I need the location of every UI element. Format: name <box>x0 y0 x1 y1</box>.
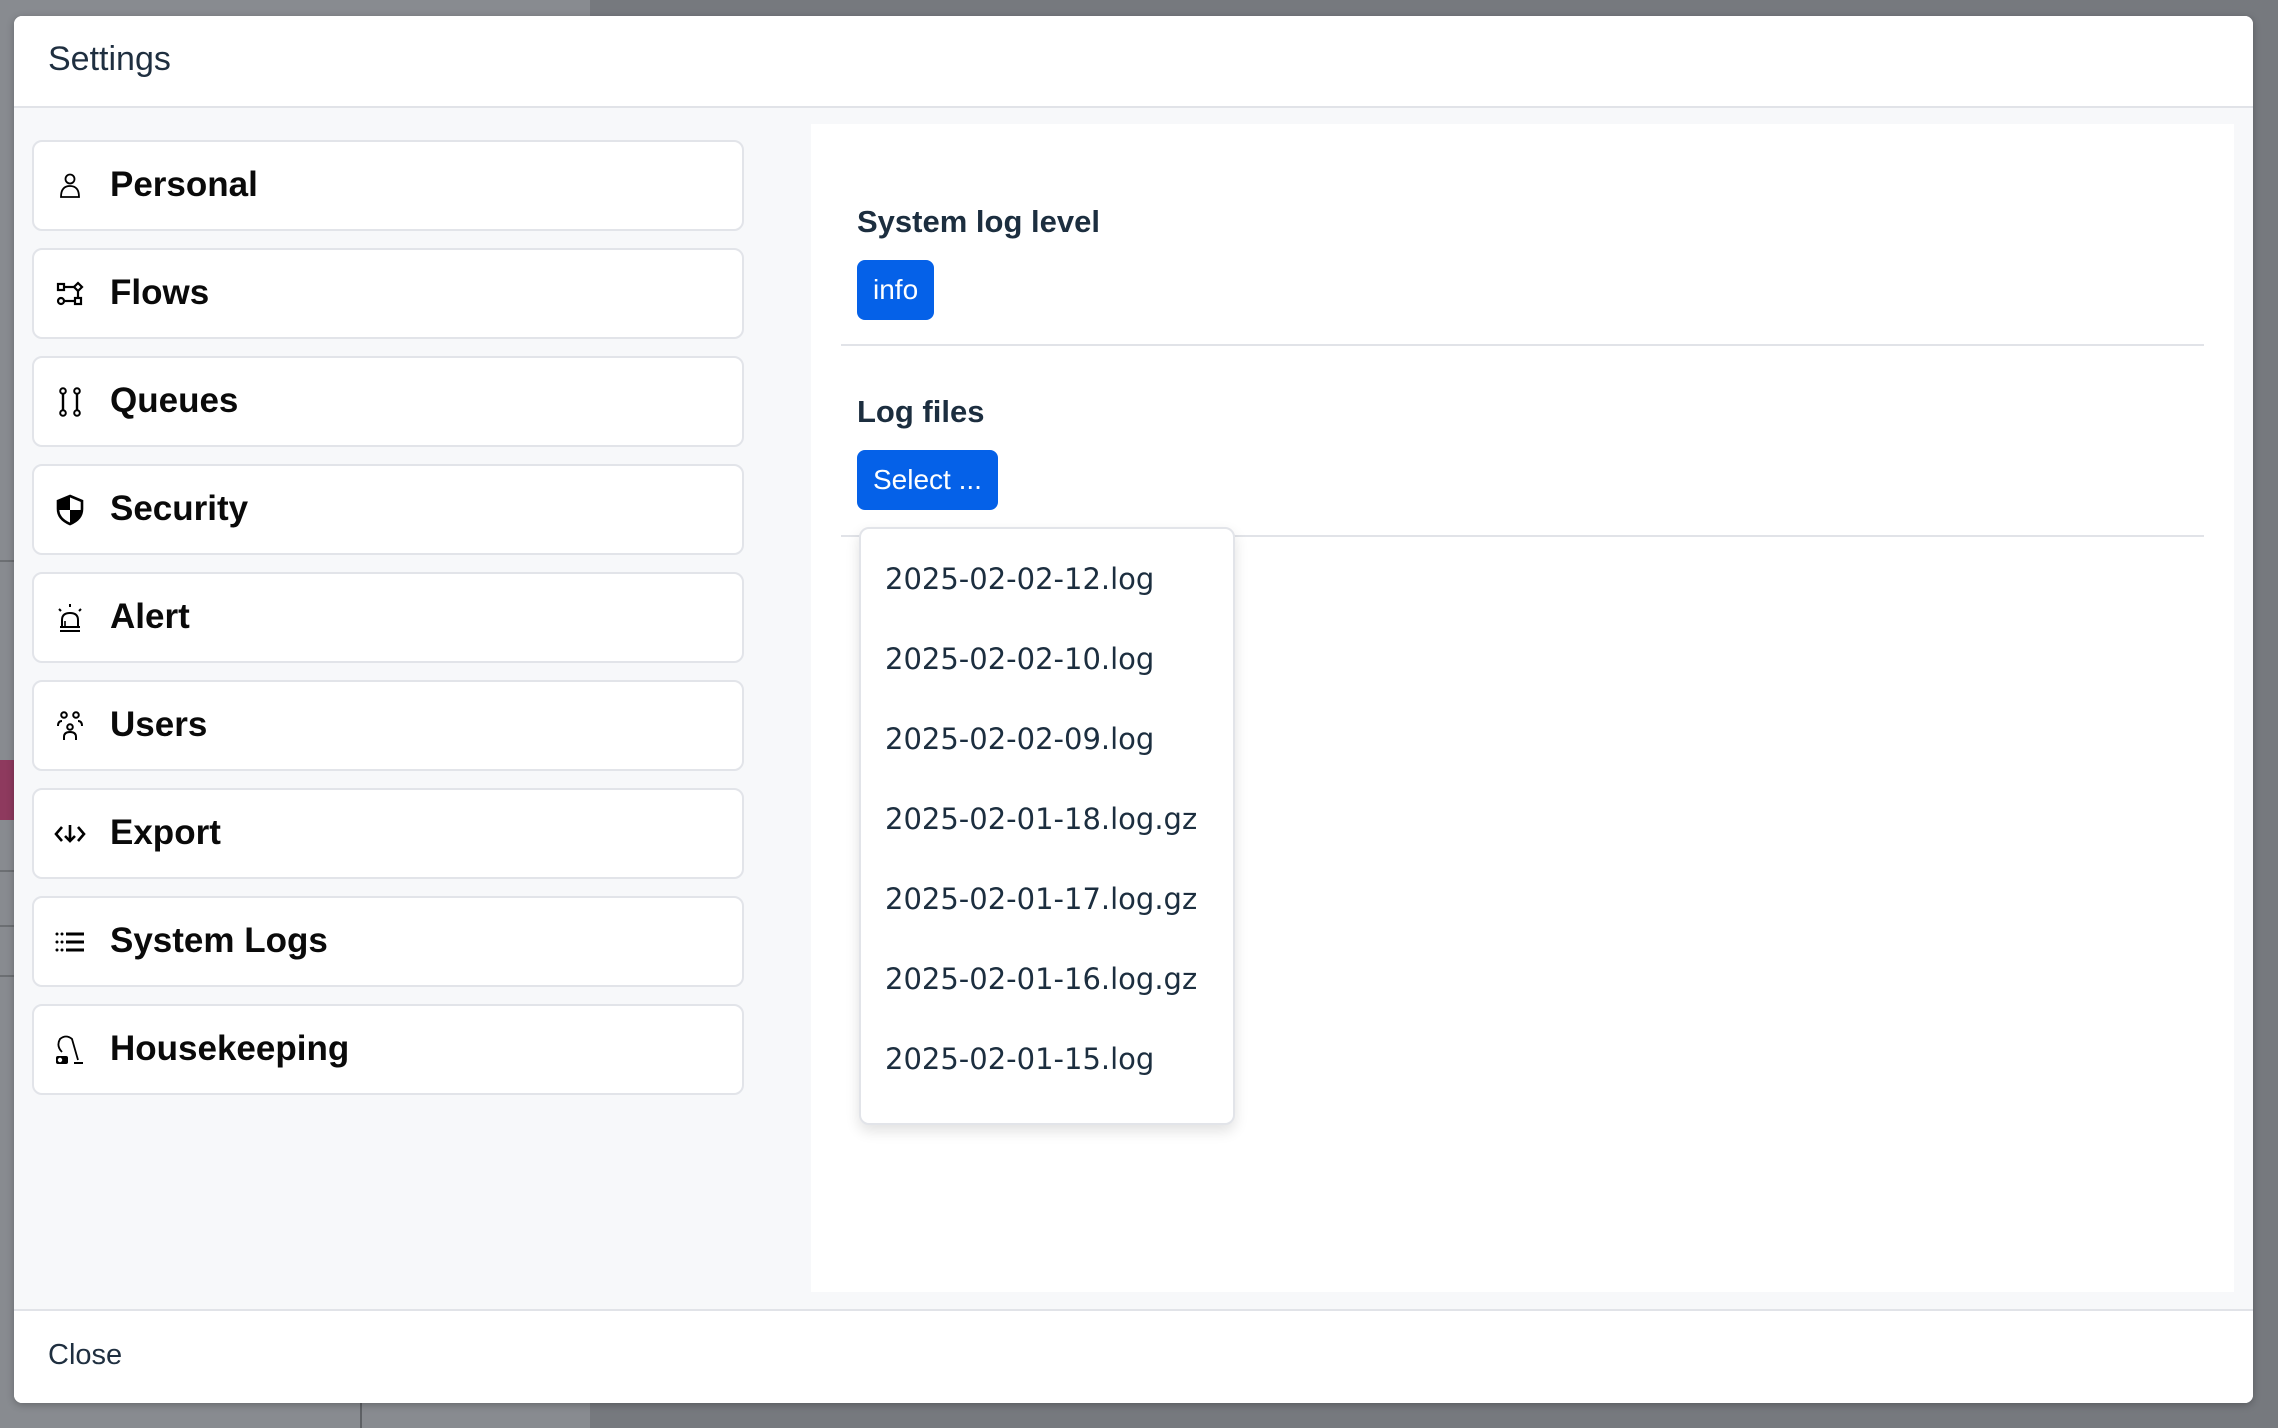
sidebar-item-label: Flows <box>110 273 210 312</box>
log-level-button[interactable]: info <box>857 260 935 320</box>
system-logs-panel: System log level info Log files Select .… <box>811 124 2234 1292</box>
sidebar-item-label: Housekeeping <box>110 1029 350 1068</box>
log-file-option[interactable]: 2025-02-01-18.log.gz <box>861 779 1233 859</box>
background-divider <box>0 870 14 872</box>
flow-icon <box>54 278 86 310</box>
users-icon <box>54 710 86 742</box>
log-file-option[interactable]: 2025-02-01-15.log <box>861 1019 1233 1099</box>
log-file-option[interactable]: 2025-02-02-12.log <box>861 539 1233 619</box>
sidebar-item-label: Export <box>110 813 221 852</box>
export-icon <box>54 818 86 850</box>
log-files-heading: Log files <box>857 394 985 429</box>
siren-icon <box>54 602 86 634</box>
sidebar-item-label: Personal <box>110 165 258 204</box>
sidebar-item-flows[interactable]: Flows <box>32 248 744 339</box>
shield-icon <box>54 494 86 526</box>
list-icon <box>54 926 86 958</box>
queue-icon <box>54 386 86 418</box>
log-files-select-button[interactable]: Select ... <box>857 450 998 510</box>
sidebar-item-housekeeping[interactable]: Housekeeping <box>32 1004 744 1095</box>
sidebar-item-security[interactable]: Security <box>32 464 744 555</box>
sidebar-item-alert[interactable]: Alert <box>32 572 744 663</box>
log-file-option[interactable]: 2025-02-01-16.log.gz <box>861 939 1233 1019</box>
log-file-option[interactable]: 2025-02-02-10.log <box>861 619 1233 699</box>
background-app-fragment <box>0 760 14 820</box>
modal-header: Settings <box>14 16 2253 108</box>
background-divider <box>0 925 14 927</box>
sidebar-item-label: System Logs <box>110 921 328 960</box>
sidebar-item-label: Users <box>110 705 208 744</box>
sidebar-item-label: Queues <box>110 381 239 420</box>
sidebar-item-label: Security <box>110 489 249 528</box>
background-divider <box>0 975 14 977</box>
sidebar-item-personal[interactable]: Personal <box>32 140 744 231</box>
section-divider <box>841 344 2204 346</box>
sidebar-item-label: Alert <box>110 597 190 636</box>
sidebar-item-system-logs[interactable]: System Logs <box>32 896 744 987</box>
sidebar-item-users[interactable]: Users <box>32 680 744 771</box>
vacuum-icon <box>54 1034 86 1066</box>
log-files-dropdown: 2025-02-02-12.log 2025-02-02-10.log 2025… <box>859 527 1235 1125</box>
settings-modal: Settings Personal Flows Queues Security <box>14 16 2253 1403</box>
person-icon <box>54 170 86 202</box>
close-button[interactable]: Close <box>48 1339 122 1372</box>
modal-title: Settings <box>48 40 171 78</box>
log-level-heading: System log level <box>857 204 1100 239</box>
log-file-option[interactable]: 2025-02-01-17.log.gz <box>861 859 1233 939</box>
background-divider <box>360 1400 362 1428</box>
log-file-option[interactable]: 2025-02-02-09.log <box>861 699 1233 779</box>
background-divider <box>0 560 14 562</box>
sidebar-item-queues[interactable]: Queues <box>32 356 744 447</box>
sidebar-item-export[interactable]: Export <box>32 788 744 879</box>
modal-footer: Close <box>14 1309 2253 1403</box>
